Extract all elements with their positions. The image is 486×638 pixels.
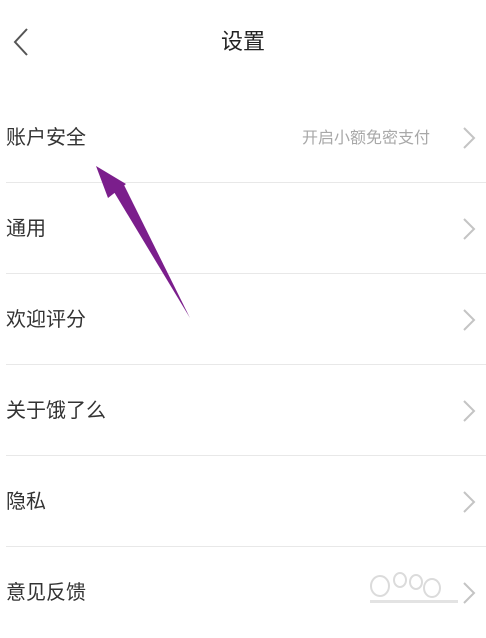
chevron-right-icon bbox=[463, 491, 476, 513]
chevron-right-icon bbox=[463, 127, 476, 149]
chevron-right-icon bbox=[463, 400, 476, 422]
settings-item-label: 通用 bbox=[6, 216, 46, 240]
page-title: 设置 bbox=[220, 30, 265, 55]
settings-item-label: 欢迎评分 bbox=[6, 307, 86, 331]
settings-item-privacy[interactable]: 隐私 bbox=[0, 456, 486, 547]
settings-item-value: 开启小额免密支付 bbox=[301, 128, 430, 147]
chevron-right-icon bbox=[463, 218, 476, 240]
settings-item-about[interactable]: 关于饿了么 bbox=[0, 365, 486, 456]
chevron-right-icon bbox=[463, 309, 476, 331]
header-bar: 设置 bbox=[0, 0, 486, 92]
settings-item-account-security[interactable]: 账户安全 开启小额免密支付 bbox=[0, 92, 486, 183]
settings-list: 账户安全 开启小额免密支付 通用 欢迎评分 关于饿了么 隐私 意见反馈 bbox=[0, 92, 486, 638]
settings-item-label: 账户安全 bbox=[6, 125, 86, 149]
watermark-logo-icon bbox=[370, 572, 458, 603]
settings-item-label: 意见反馈 bbox=[6, 580, 86, 604]
settings-item-general[interactable]: 通用 bbox=[0, 183, 486, 274]
settings-item-label: 隐私 bbox=[6, 489, 46, 513]
settings-item-rate[interactable]: 欢迎评分 bbox=[0, 274, 486, 365]
settings-item-label: 关于饿了么 bbox=[6, 398, 106, 422]
